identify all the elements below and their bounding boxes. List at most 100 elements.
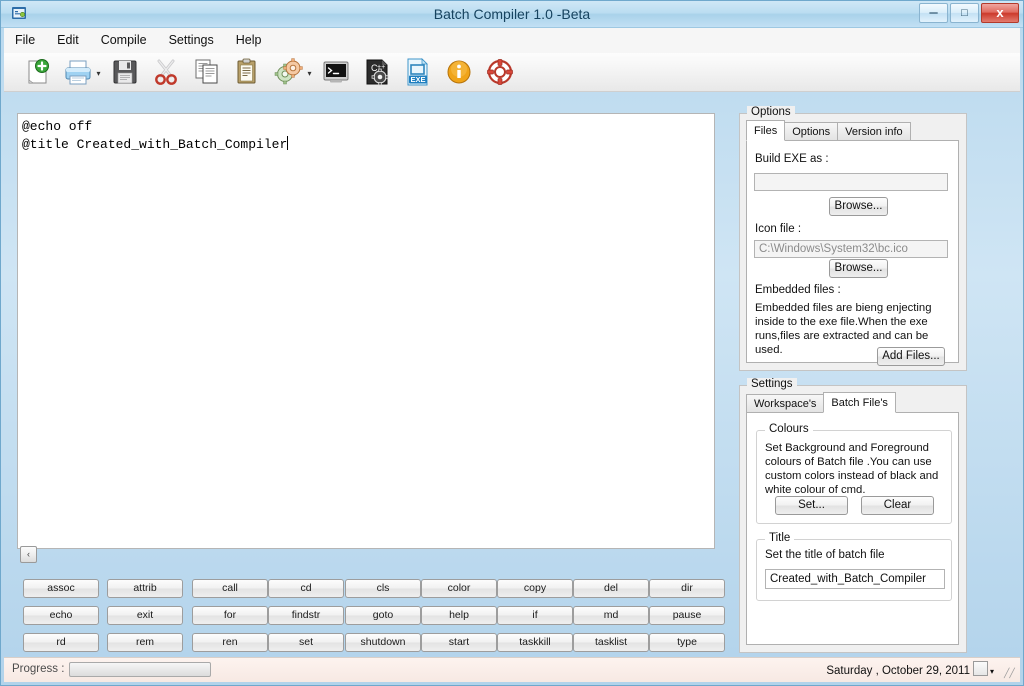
settings-dropdown-caret-icon[interactable]: ▾ [305,69,314,78]
options-tab-page-files: Build EXE as : Browse... Icon file : C:\… [746,140,959,366]
command-button-call[interactable]: call [192,579,268,598]
command-button-set[interactable]: set [268,633,344,652]
clear-colours-button[interactable]: Clear [861,496,934,515]
new-file-icon[interactable] [21,56,53,88]
build-exe-icon[interactable]: EXE [402,56,434,88]
command-button-taskkill[interactable]: taskkill [497,633,573,652]
menu-item-compile[interactable]: Compile [90,28,158,53]
date-picker[interactable]: Saturday , October 29, 2011 ▾ [826,661,994,679]
command-button-cls[interactable]: cls [345,579,421,598]
date-picker-value: Saturday , October 29, 2011 [826,665,970,677]
status-bar: Progress : Saturday , October 29, 2011 ▾ … [4,657,1020,682]
tab-workspaces[interactable]: Workspace's [746,394,825,413]
tab-options[interactable]: Options [784,122,839,141]
close-button[interactable]: x [981,3,1019,23]
menu-bar: File Edit Compile Settings Help [4,28,1020,54]
maximize-button[interactable]: □ [950,3,979,23]
colours-group-caption: Colours [765,423,813,435]
menu-item-help[interactable]: Help [225,28,273,53]
help-lifering-icon[interactable] [484,56,516,88]
chevron-down-icon[interactable]: ▾ [990,663,994,681]
tab-batch-files[interactable]: Batch File's [823,392,896,413]
menu-item-file[interactable]: File [4,28,46,53]
text-caret [287,136,289,150]
command-button-copy[interactable]: copy [497,579,573,598]
command-button-ren[interactable]: ren [192,633,268,652]
minimize-button[interactable]: – [919,3,948,23]
batch-title-input[interactable]: Created_with_Batch_Compiler [765,569,945,589]
cut-scissors-icon[interactable] [150,56,182,88]
command-button-echo[interactable]: echo [23,606,99,625]
menu-item-edit[interactable]: Edit [46,28,90,53]
command-button-attrib[interactable]: attrib [107,579,183,598]
toolbar: ▾ ▾ C ++ EXE [4,53,1020,92]
command-button-type[interactable]: type [649,633,725,652]
tab-files[interactable]: Files [746,120,786,141]
copy-icon[interactable] [191,56,223,88]
close-icon: x [996,5,1004,20]
command-button-findstr[interactable]: findstr [268,606,344,625]
command-button-pause[interactable]: pause [649,606,725,625]
command-button-assoc[interactable]: assoc [23,579,99,598]
colours-group: Colours Set Background and Foreground co… [756,423,952,524]
command-button-dir[interactable]: dir [649,579,725,598]
settings-tab-page-batch-files: Colours Set Background and Foreground co… [746,412,959,645]
application-window: Batch Compiler 1.0 -Beta – □ x File Edit… [0,0,1024,686]
calendar-icon[interactable] [972,661,988,676]
options-group-caption: Options [747,106,795,118]
title-bar: Batch Compiler 1.0 -Beta – □ x [1,1,1023,28]
command-button-if[interactable]: if [497,606,573,625]
settings-group-caption: Settings [747,378,797,390]
command-button-help[interactable]: help [421,606,497,625]
command-button-start[interactable]: start [421,633,497,652]
save-icon[interactable] [109,56,141,88]
resize-grip[interactable]: ╱╱ [1004,667,1016,679]
command-button-cd[interactable]: cd [268,579,344,598]
embedded-files-label: Embedded files : [755,284,841,296]
code-line-2: @title Created_with_Batch_Compiler [22,137,288,152]
progress-bar [69,662,211,677]
command-button-del[interactable]: del [573,579,649,598]
build-exe-label: Build EXE as : [755,153,829,165]
paste-icon[interactable] [232,56,264,88]
compile-icon[interactable]: C ++ [361,56,393,88]
info-icon[interactable] [443,56,475,88]
browse-exe-button[interactable]: Browse... [829,197,888,216]
code-editor[interactable]: @echo off @title Created_with_Batch_Comp… [17,113,715,549]
title-group-description: Set the title of batch file [765,549,885,561]
colours-description: Set Background and Foreground colours of… [765,442,939,496]
code-editor-content[interactable]: @echo off @title Created_with_Batch_Comp… [22,118,710,544]
chevron-left-icon: ‹ [27,549,30,559]
command-button-tasklist[interactable]: tasklist [573,633,649,652]
title-group: Title Set the title of batch file Create… [756,532,952,601]
add-files-button[interactable]: Add Files... [877,347,945,366]
build-exe-input[interactable] [754,173,948,191]
print-icon[interactable] [62,56,94,88]
command-button-goto[interactable]: goto [345,606,421,625]
title-group-caption: Title [765,532,795,544]
options-group: Options Files Options Version info Build… [739,106,967,371]
settings-gears-icon[interactable] [273,56,305,88]
set-colours-button[interactable]: Set... [775,496,848,515]
command-button-for[interactable]: for [192,606,268,625]
code-line-1: @echo off [22,119,93,134]
console-icon[interactable] [320,56,352,88]
print-dropdown-caret-icon[interactable]: ▾ [94,69,103,78]
window-title: Batch Compiler 1.0 -Beta [433,6,591,22]
options-tabstrip: Files Options Version info [746,120,911,141]
icon-file-input[interactable]: C:\Windows\System32\bc.ico [754,240,948,258]
tab-version-info[interactable]: Version info [837,122,911,141]
editor-scroll-left-button[interactable]: ‹ [20,546,37,563]
command-button-shutdown[interactable]: shutdown [345,633,421,652]
command-button-exit[interactable]: exit [107,606,183,625]
browse-icon-button[interactable]: Browse... [829,259,888,278]
command-button-rd[interactable]: rd [23,633,99,652]
maximize-icon: □ [961,7,968,19]
command-button-md[interactable]: md [573,606,649,625]
icon-file-label: Icon file : [755,223,802,235]
menu-item-settings[interactable]: Settings [158,28,225,53]
command-buttons-panel: assoc attrib call cd cls color copy del … [17,574,731,653]
command-button-rem[interactable]: rem [107,633,183,652]
command-button-color[interactable]: color [421,579,497,598]
settings-tabstrip: Workspace's Batch File's [746,392,896,413]
